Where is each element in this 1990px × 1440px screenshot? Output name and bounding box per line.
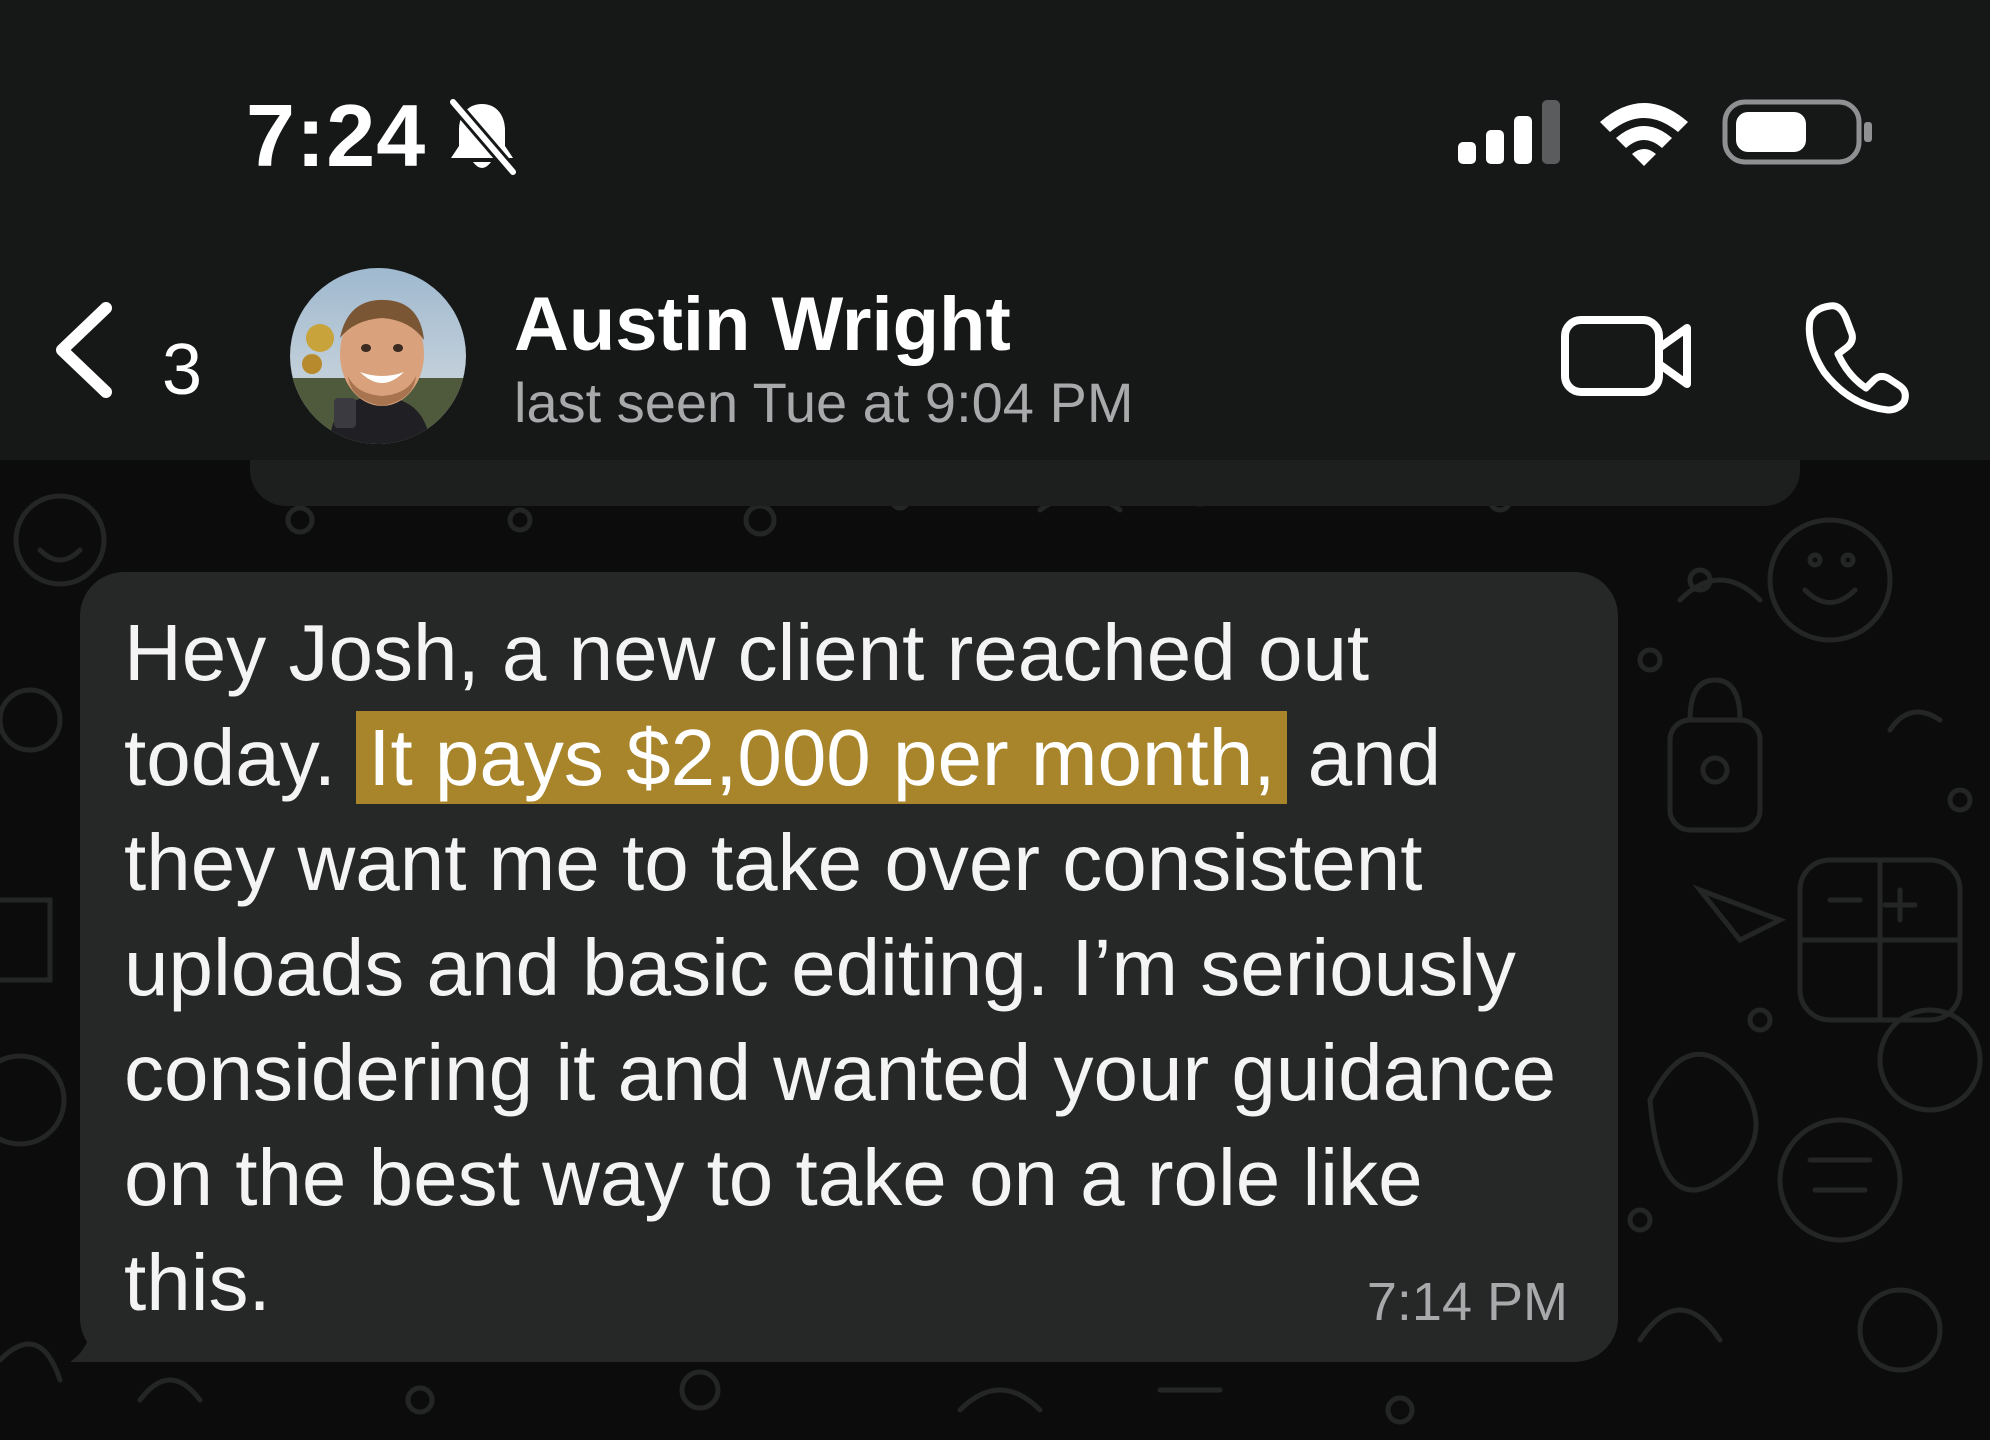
avatar-photo xyxy=(290,268,466,444)
top-bar: 7:24 3 Austin Wright last seen Tue at 9:… xyxy=(0,0,1990,460)
previous-message-bubble xyxy=(250,460,1800,506)
video-call-button[interactable] xyxy=(1560,304,1696,408)
cellular-signal-icon xyxy=(1458,100,1560,164)
bell-slash-icon xyxy=(448,98,518,176)
back-button[interactable]: 3 xyxy=(50,300,230,420)
message-timestamp: 7:14 PM xyxy=(1366,1272,1568,1332)
status-time: 7:24 xyxy=(246,86,427,185)
avatar[interactable] xyxy=(290,268,466,444)
contact-info[interactable]: Austin Wright last seen Tue at 9:04 PM xyxy=(514,280,1314,440)
highlighted-text: It pays $2,000 per month, xyxy=(356,711,1288,804)
contact-name: Austin Wright xyxy=(514,282,1011,367)
message-text-part: and they want me to take over consistent… xyxy=(124,713,1557,1327)
chat-screen: 7:24 3 Austin Wright last seen Tue at 9:… xyxy=(0,0,1990,1440)
status-bar: 7:24 xyxy=(0,0,1990,220)
battery-icon xyxy=(1722,99,1872,165)
chat-header: 3 Austin Wright last seen Tue at 9:04 PM xyxy=(0,220,1990,460)
phone-icon xyxy=(1805,302,1909,414)
contact-status: last seen Tue at 9:04 PM xyxy=(514,371,1134,434)
incoming-message-bubble[interactable]: Hey Josh, a new client reached out today… xyxy=(80,572,1618,1362)
message-text: Hey Josh, a new client reached out today… xyxy=(124,600,1584,1335)
wifi-icon xyxy=(1600,103,1688,166)
chat-area[interactable]: Hey Josh, a new client reached out today… xyxy=(0,460,1990,1440)
chevron-left-icon xyxy=(56,302,112,398)
voice-call-button[interactable] xyxy=(1800,298,1910,414)
video-camera-icon xyxy=(1561,316,1691,396)
unread-count: 3 xyxy=(162,330,203,410)
